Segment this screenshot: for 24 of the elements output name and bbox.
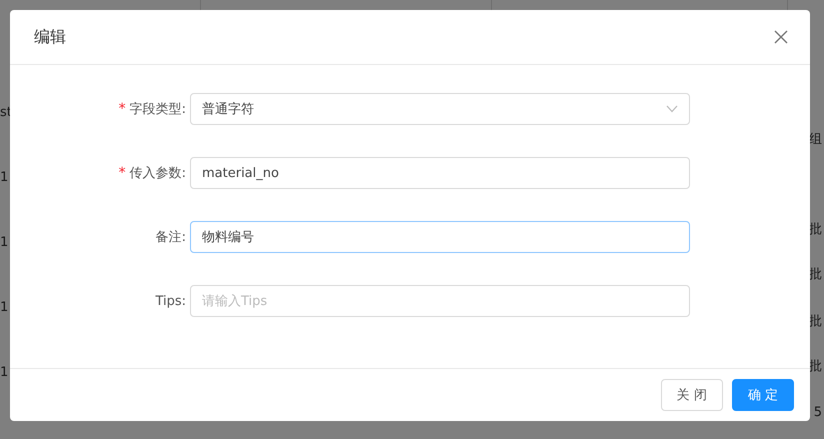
table-cell: 1 xyxy=(0,365,8,380)
input-field[interactable]: 物料编号 xyxy=(190,221,690,253)
dialog-title: 编辑 xyxy=(34,26,66,48)
table-cell: 1 xyxy=(0,170,8,185)
input-field[interactable]: 请输入Tips xyxy=(190,285,690,317)
chevron-down-icon xyxy=(666,105,678,113)
table-cell-text: 批 xyxy=(809,221,822,238)
field-label: 字段类型: xyxy=(130,101,186,118)
table-cell: 5 xyxy=(814,405,822,420)
required-mark: * xyxy=(118,101,126,117)
close-icon[interactable] xyxy=(774,30,788,44)
input-field[interactable]: material_no xyxy=(190,157,690,189)
table-cell-text: 批 xyxy=(809,266,822,283)
table-cell: 1 xyxy=(0,235,8,250)
field-label: 备注: xyxy=(156,229,186,246)
required-mark: * xyxy=(118,165,126,181)
field-label: 传入参数: xyxy=(130,165,186,182)
table-cell-text: 组 xyxy=(809,131,822,148)
table-cell-text: 批 xyxy=(809,358,822,375)
table-cell-text: 批 xyxy=(809,313,822,330)
select-field[interactable]: 普通字符 xyxy=(190,93,690,125)
field-label: Tips: xyxy=(155,294,186,308)
table-cell: 1 xyxy=(0,300,8,315)
close-button[interactable]: 关 闭 xyxy=(660,379,723,411)
